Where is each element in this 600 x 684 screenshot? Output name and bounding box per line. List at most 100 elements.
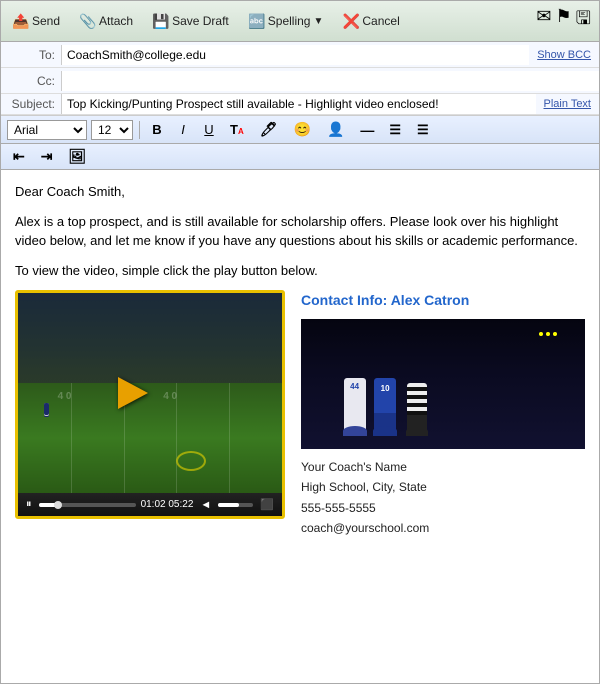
size-select[interactable]: 12	[91, 120, 133, 140]
scoreboard-lights	[539, 332, 557, 336]
to-label: To:	[1, 46, 61, 64]
jersey-white: 44	[344, 378, 366, 413]
yard-number-2: 4 0	[163, 389, 177, 404]
flag-icon[interactable]: ⚑	[556, 6, 572, 36]
italic-button[interactable]: I	[172, 120, 194, 139]
plain-text-button[interactable]: Plain Text	[536, 98, 600, 110]
contact-info: Contact Info: Alex Catron 44	[301, 290, 585, 539]
light-1	[539, 332, 543, 336]
jersey-striped	[407, 383, 427, 415]
cancel-label: Cancel	[362, 14, 399, 28]
volume-fill	[218, 503, 239, 507]
toolbar-right-icons: ✉ ⚑ 🖫	[536, 6, 591, 36]
underline-button[interactable]: U	[198, 120, 220, 139]
cc-label: Cc:	[1, 72, 61, 90]
main-toolbar: 📤 Send 📎 Attach 💾 Save Draft 🔤 Spelling …	[1, 1, 599, 42]
progress-bar[interactable]	[39, 503, 136, 507]
spelling-label: Spelling	[268, 14, 311, 28]
printer-icon[interactable]: 🖫	[576, 6, 591, 36]
save-icon: 💾	[153, 13, 169, 29]
paragraph2: To view the video, simple click the play…	[15, 261, 585, 281]
attach-icon: 📎	[80, 13, 96, 29]
spelling-dropdown-icon: ▼	[313, 16, 323, 27]
font-color-button[interactable]: TA	[224, 120, 250, 139]
highlight-button[interactable]: 🖊	[254, 119, 284, 140]
cancel-button[interactable]: ❌ Cancel	[339, 11, 403, 31]
field-marker	[176, 451, 206, 471]
light-3	[553, 332, 557, 336]
format-toolbar-2: ⇤ ⇥ 🖼	[1, 144, 599, 170]
photo-player-3	[407, 383, 428, 436]
envelope-icon[interactable]: ✉	[536, 6, 551, 36]
yard-line-4	[229, 383, 230, 493]
cancel-icon: ❌	[343, 13, 359, 29]
cc-input[interactable]	[61, 71, 599, 91]
school-name: High School, City, State	[301, 477, 585, 497]
crowd-area	[18, 293, 282, 393]
coach-name: Your Coach's Name	[301, 457, 585, 477]
outdent-button[interactable]: ⇥	[35, 146, 59, 167]
photo-players: 44 10	[344, 378, 428, 436]
body-text: Dear Coach Smith, Alex is a top prospect…	[15, 182, 585, 280]
phone-number: 555-555-5555	[301, 498, 585, 518]
insert-image-button[interactable]: 🖼	[62, 146, 92, 167]
email-client: 📤 Send 📎 Attach 💾 Save Draft 🔤 Spelling …	[0, 0, 600, 684]
font-select[interactable]: Arial	[7, 120, 87, 140]
save-draft-label: Save Draft	[172, 14, 229, 28]
photo-player-1: 44	[344, 378, 367, 436]
volume-button[interactable]: ◄	[198, 499, 213, 511]
video-controls: ⏸ 01:02 05:22 ◄ ⬛	[18, 493, 282, 516]
bold-button[interactable]: B	[146, 120, 168, 139]
progress-dot	[54, 501, 62, 509]
subject-input[interactable]	[61, 94, 536, 114]
current-time: 01:02 05:22	[141, 497, 194, 512]
send-button[interactable]: 📤 Send	[9, 11, 64, 31]
helmet-dark-blue	[373, 426, 397, 436]
separator-1	[139, 121, 140, 139]
to-input[interactable]	[61, 45, 529, 65]
spelling-icon: 🔤	[249, 13, 265, 29]
jersey-blue: 10	[374, 378, 396, 413]
yard-number-1: 4 0	[58, 389, 72, 404]
save-draft-button[interactable]: 💾 Save Draft	[149, 11, 233, 31]
show-bcc-button[interactable]: Show BCC	[529, 49, 599, 61]
cc-row: Cc:	[1, 68, 599, 94]
volume-bar[interactable]	[218, 503, 253, 507]
subject-label: Subject:	[1, 95, 61, 113]
to-row: To: Show BCC	[1, 42, 599, 68]
player-5	[44, 403, 49, 415]
indent-button[interactable]: ⇤	[7, 146, 31, 167]
email-body: Dear Coach Smith, Alex is a top prospect…	[1, 170, 599, 683]
coach-email: coach@yourschool.com	[301, 518, 585, 538]
send-icon: 📤	[13, 13, 29, 29]
contact-photo: 44 10	[301, 319, 585, 449]
list-button[interactable]: ☰	[411, 120, 435, 140]
greeting: Dear Coach Smith,	[15, 182, 585, 202]
play-arrow-container	[118, 377, 148, 409]
helmet-blue	[343, 426, 367, 436]
emoji-button[interactable]: 😊	[288, 119, 317, 140]
hrule-button[interactable]: —	[354, 120, 379, 140]
content-area: 4 0 4 0	[15, 290, 585, 539]
play-arrow	[118, 377, 148, 409]
align-button[interactable]: ☰	[383, 120, 407, 140]
paragraph1: Alex is a top prospect, and is still ava…	[15, 212, 585, 251]
helmet-dark	[406, 427, 428, 436]
video-screen[interactable]: 4 0 4 0	[18, 293, 282, 493]
contact-title: Contact Info: Alex Catron	[301, 290, 585, 311]
photo-player-2: 10	[374, 378, 397, 436]
format-toolbar: Arial 12 B I U TA 🖊 😊 👤 — ☰ ☰	[1, 116, 599, 144]
pause-button[interactable]: ⏸	[24, 498, 34, 511]
subject-row: Subject: Plain Text	[1, 94, 599, 115]
fullscreen-button[interactable]: ⬛	[258, 498, 276, 511]
video-container: 4 0 4 0	[15, 290, 285, 519]
attach-button[interactable]: 📎 Attach	[76, 11, 137, 31]
insert-button[interactable]: 👤	[321, 119, 350, 140]
header-fields: To: Show BCC Cc: Subject: Plain Text	[1, 42, 599, 116]
attach-label: Attach	[99, 14, 133, 28]
send-label: Send	[32, 14, 60, 28]
light-2	[546, 332, 550, 336]
contact-details: Your Coach's Name High School, City, Sta…	[301, 457, 585, 539]
grass-area: 4 0 4 0	[18, 383, 282, 493]
spelling-button[interactable]: 🔤 Spelling ▼	[245, 11, 328, 31]
